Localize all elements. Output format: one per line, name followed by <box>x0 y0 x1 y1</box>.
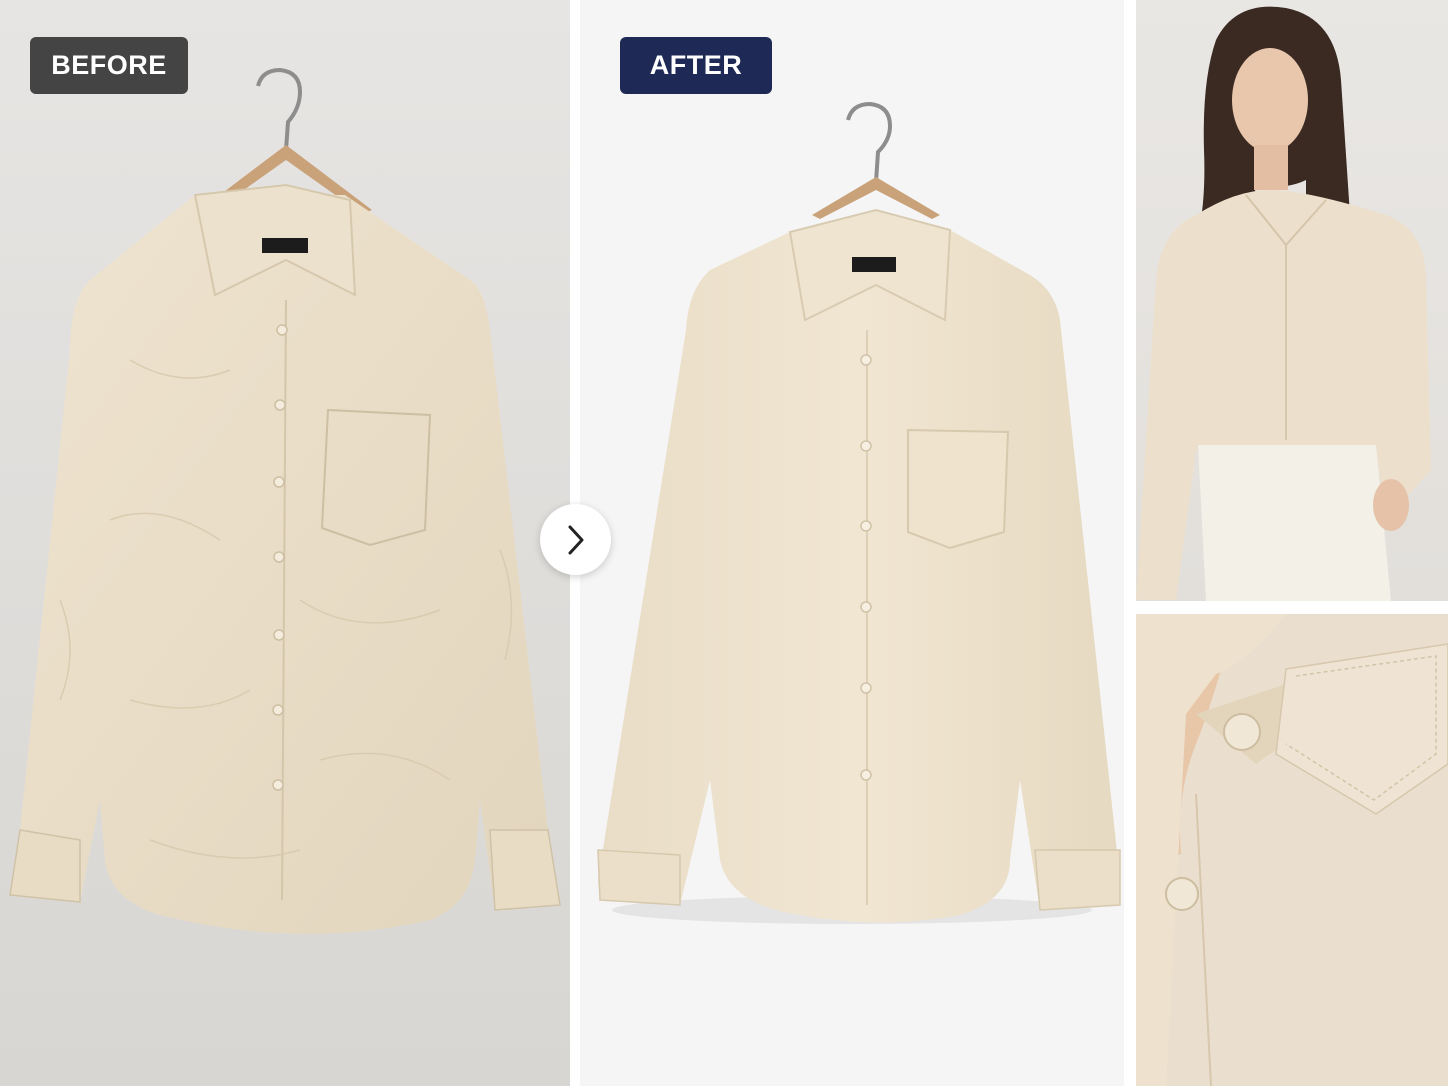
collar-detail-panel <box>1136 614 1448 1086</box>
after-badge: AFTER <box>620 37 772 94</box>
model-wearing-shirt-image <box>1136 6 1431 601</box>
pressed-shirt-image <box>597 101 1121 924</box>
next-arrow-button[interactable] <box>540 504 611 575</box>
chevron-right-icon <box>568 525 583 554</box>
before-panel: BEFORE <box>0 0 570 1086</box>
after-panel: AFTER <box>580 0 1124 1086</box>
model-photo-panel <box>1136 0 1448 601</box>
wrinkled-shirt-image <box>9 67 561 934</box>
collar-closeup-image <box>1136 614 1448 1086</box>
before-badge: BEFORE <box>30 37 188 94</box>
